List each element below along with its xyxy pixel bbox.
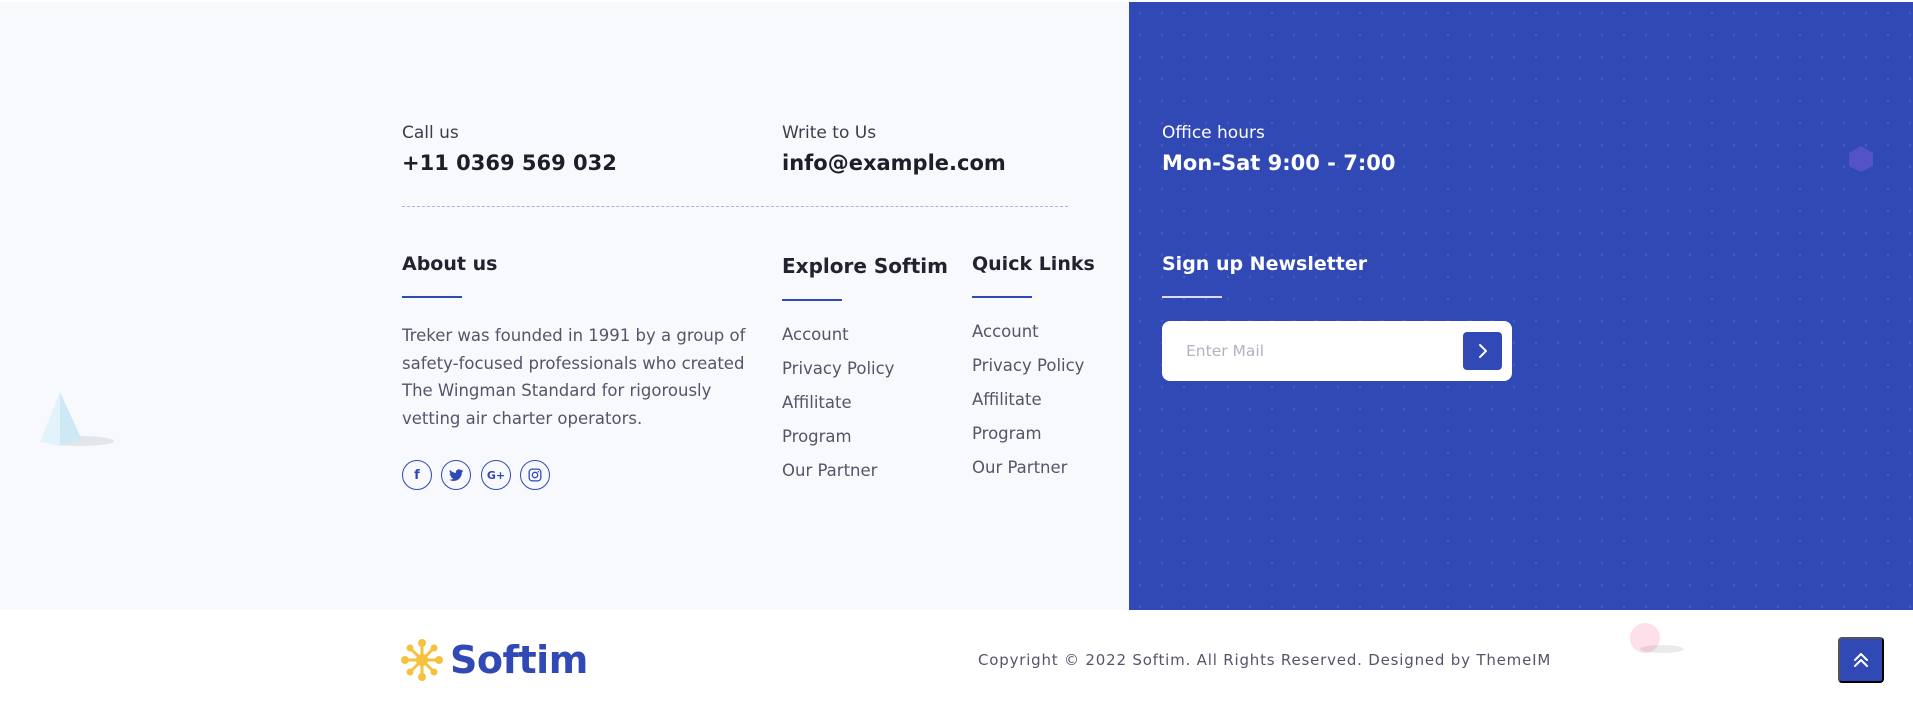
scroll-to-top-button[interactable] <box>1838 637 1884 683</box>
facebook-glyph: f <box>414 467 420 483</box>
about-us-text: Treker was founded in 1991 by a group of… <box>402 326 746 428</box>
pyramid-decoration-icon <box>40 392 114 446</box>
double-chevron-up-icon <box>1854 653 1868 667</box>
call-us-label: Call us <box>402 123 459 143</box>
quick-links-underline <box>972 296 1032 298</box>
about-us-underline <box>402 296 462 298</box>
newsletter-submit-button[interactable] <box>1463 332 1502 370</box>
copyright-text: Copyright © 2022 Softim. All Rights Rese… <box>978 651 1552 669</box>
explore-link-our-partner[interactable]: Our Partner <box>782 460 894 494</box>
google-plus-icon[interactable]: G+ <box>481 460 511 490</box>
explore-softim-heading: Explore Softim <box>782 254 948 278</box>
explore-link-privacy-policy[interactable]: Privacy Policy <box>782 358 894 392</box>
explore-softim-links: Account Privacy Policy Affilitate Progra… <box>782 324 894 494</box>
circle-decoration-shadow <box>1640 645 1684 653</box>
sun-logo-icon <box>401 639 443 681</box>
office-hours-value: Mon-Sat 9:00 - 7:00 <box>1162 151 1396 175</box>
quick-link-affiliate[interactable]: Affilitate <box>972 389 1084 423</box>
newsletter-form <box>1162 321 1512 381</box>
newsletter-underline <box>1162 296 1222 298</box>
quick-links-list: Account Privacy Policy Affilitate Progra… <box>972 321 1084 491</box>
phone-number[interactable]: +11 0369 569 032 <box>402 151 617 175</box>
instagram-icon[interactable] <box>520 460 550 490</box>
hexagon-decoration-icon <box>1849 146 1873 172</box>
explore-link-program[interactable]: Program <box>782 426 894 460</box>
google-plus-glyph: G+ <box>486 468 506 482</box>
newsletter-heading: Sign up Newsletter <box>1162 253 1368 275</box>
explore-link-account[interactable]: Account <box>782 324 894 358</box>
explore-link-affiliate[interactable]: Affilitate <box>782 392 894 426</box>
quick-link-our-partner[interactable]: Our Partner <box>972 457 1084 491</box>
newsletter-panel <box>1129 2 1913 610</box>
quick-link-program[interactable]: Program <box>972 423 1084 457</box>
quick-link-privacy-policy[interactable]: Privacy Policy <box>972 355 1084 389</box>
softim-logo[interactable]: Softim <box>400 638 588 682</box>
explore-softim-underline <box>782 299 842 301</box>
about-us-heading: About us <box>402 253 498 275</box>
email-address[interactable]: info@example.com <box>782 151 1006 175</box>
quick-link-account[interactable]: Account <box>972 321 1084 355</box>
write-to-us-label: Write to Us <box>782 123 877 143</box>
chevron-right-icon <box>1478 344 1487 358</box>
newsletter-email-input[interactable] <box>1186 339 1446 363</box>
twitter-icon[interactable] <box>441 460 471 490</box>
office-hours-label: Office hours <box>1162 123 1265 143</box>
facebook-icon[interactable]: f <box>402 460 432 490</box>
quick-links-heading: Quick Links <box>972 253 1095 275</box>
logo-text: Softim <box>450 638 588 682</box>
contact-divider <box>402 206 1068 207</box>
